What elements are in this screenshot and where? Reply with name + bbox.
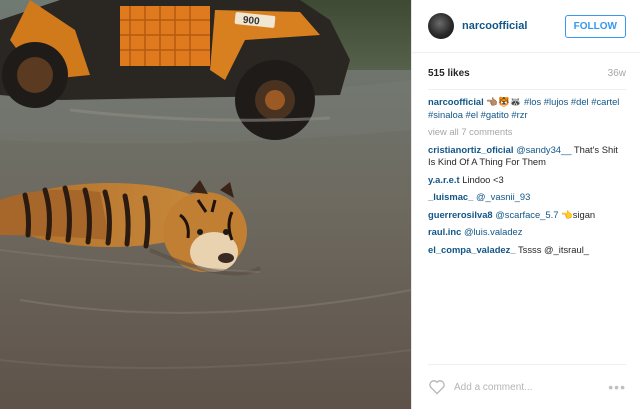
comment-bar: Add a comment... ••• (428, 364, 626, 409)
comment-mention[interactable]: @scarface_5.7 (495, 209, 558, 220)
username-link[interactable]: narcoofficial (462, 20, 565, 32)
heart-icon[interactable] (428, 379, 446, 395)
comment-username[interactable]: y.a.r.e.t (428, 174, 460, 185)
photo-illustration: 900 (0, 0, 411, 409)
comment: el_compa_valadez_ Tssss @_itsraul_ (428, 244, 626, 257)
caption: narcoofficial 👈🏽🐯🦝 #los #lujos #del #car… (428, 96, 626, 121)
comment-mention[interactable]: @_vasnii_93 (476, 191, 530, 202)
instagram-post: 900 narcoofficial FOLLOW 515 likes 36w n… (0, 0, 640, 409)
follow-button[interactable]: FOLLOW (564, 14, 626, 38)
post-sidebar: narcoofficial FOLLOW 515 likes 36w narco… (411, 0, 640, 409)
comment: y.a.r.e.t Lindoo <3 (428, 174, 626, 187)
comment-username[interactable]: cristianortiz_oficial (428, 144, 513, 155)
comment-mention[interactable]: @luis.valadez (464, 226, 523, 237)
comment: raul.inc @luis.valadez (428, 226, 626, 239)
comment-text: Tssss @_itsraul_ (518, 243, 589, 255)
comment: cristianortiz_oficial @sandy34__ That's … (428, 144, 626, 169)
post-photo[interactable]: 900 (0, 0, 411, 409)
comment-mention[interactable]: @sandy34__ (516, 144, 571, 155)
avatar[interactable] (428, 13, 454, 39)
comment: _luismac_ @_vasnii_93 (428, 191, 626, 204)
comment-username[interactable]: raul.inc (428, 226, 461, 237)
comment-username[interactable]: guerrerosilva8 (428, 209, 493, 220)
post-time[interactable]: 36w (608, 68, 626, 79)
comment-username[interactable]: _luismac_ (428, 191, 473, 202)
caption-emoji: 👈🏽🐯🦝 (486, 96, 522, 107)
comment-text: Lindoo <3 (462, 173, 504, 185)
add-comment-input[interactable]: Add a comment... (454, 382, 608, 393)
vehicle-number: 900 (242, 15, 260, 28)
post-header: narcoofficial FOLLOW (412, 0, 640, 53)
comment-username[interactable]: el_compa_valadez_ (428, 244, 516, 255)
view-all-comments-link[interactable]: view all 7 comments (428, 126, 626, 139)
caption-username[interactable]: narcoofficial (428, 96, 484, 107)
comments-list: narcoofficial 👈🏽🐯🦝 #los #lujos #del #car… (412, 90, 640, 256)
comment: guerrerosilva8 @scarface_5.7 👈sigan (428, 209, 626, 222)
comment-text: 👈sigan (558, 208, 596, 220)
post-meta: 515 likes 36w (412, 53, 640, 79)
likes-count[interactable]: 515 likes (428, 68, 470, 79)
more-options-icon[interactable]: ••• (608, 379, 626, 395)
